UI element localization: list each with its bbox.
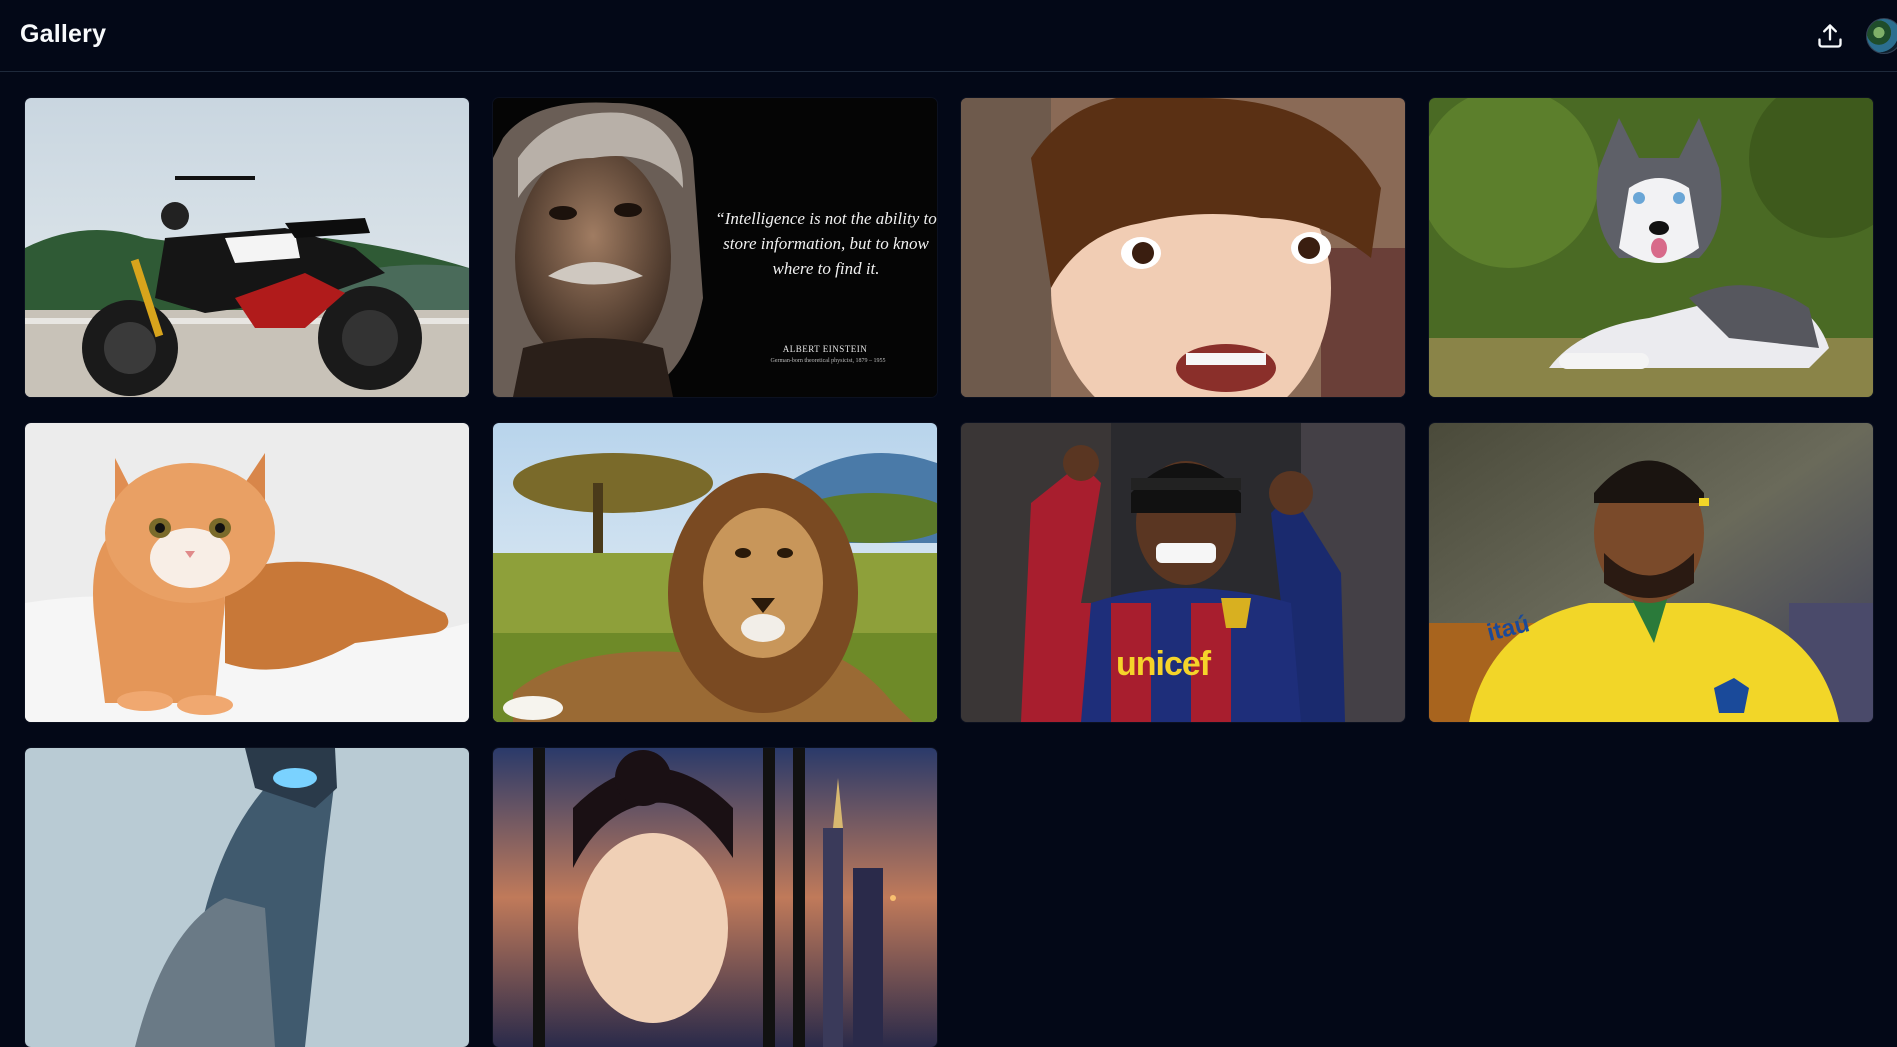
gallery-image-motorcycle[interactable] [25,98,469,397]
gallery-image-child[interactable] [961,98,1405,397]
child-image [961,98,1405,397]
quote-text: “Intelligence is not the ability to stor… [715,209,937,278]
upload-button[interactable] [1814,18,1846,54]
motorcycle-image [25,98,469,397]
upload-icon [1818,24,1842,48]
android-robot-image [25,748,469,1047]
quote-author: ALBERT EINSTEIN [782,344,868,354]
husky-image [1429,98,1873,397]
top-bar: Gallery [0,0,1897,72]
gallery-image-footballer-brazil[interactable]: itaú [1429,423,1873,722]
lion-image [493,423,937,722]
woman-city-image [493,748,937,1047]
gallery-image-lion[interactable] [493,423,937,722]
page-title: Gallery [20,20,107,48]
quote-author-subtitle: German-born theoretical physicist, 1879 … [770,358,886,364]
gallery-image-einstein-quote[interactable]: “Intelligence is not the ability to stor… [493,98,937,397]
gallery-image-husky[interactable] [1429,98,1873,397]
gallery-image-orange-cat[interactable] [25,423,469,722]
jersey-sponsor-text: unicef [1116,645,1211,683]
user-avatar[interactable] [1866,18,1897,54]
image-grid: “Intelligence is not the ability to stor… [25,98,1873,1047]
gallery-image-android-robot[interactable] [25,748,469,1047]
footballer-brazil-image [1429,423,1873,722]
gallery-image-woman-city-night[interactable] [493,748,937,1047]
cat-image [25,423,469,722]
gallery-image-footballer-barcelona[interactable]: unicef [961,423,1405,722]
